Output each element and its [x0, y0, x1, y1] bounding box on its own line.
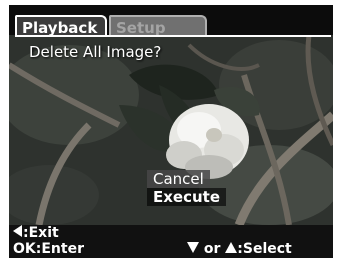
enter-hint: OK:Enter	[13, 241, 84, 257]
execute-option[interactable]: Execute	[147, 188, 227, 206]
left-triangle-icon	[13, 225, 23, 241]
tab-playback[interactable]: Playback	[15, 15, 107, 37]
exit-hint: :Exit	[13, 225, 59, 241]
select-hint: or :Select	[187, 241, 292, 257]
select-or-text: or	[203, 241, 221, 257]
down-triangle-icon	[187, 241, 199, 257]
up-triangle-icon	[225, 241, 238, 257]
cancel-option[interactable]: Cancel	[147, 170, 210, 188]
camera-screen: Playback Setup Delete All Image? Cancel …	[9, 5, 333, 258]
tab-setup[interactable]: Setup	[109, 15, 207, 37]
exit-hint-label: :Exit	[23, 225, 59, 241]
delete-all-prompt: Delete All Image?	[29, 43, 162, 61]
tab-divider	[15, 35, 331, 37]
select-hint-label: :Select	[237, 241, 292, 257]
footer-hints: :Exit OK:Enter or :Select	[9, 225, 333, 258]
